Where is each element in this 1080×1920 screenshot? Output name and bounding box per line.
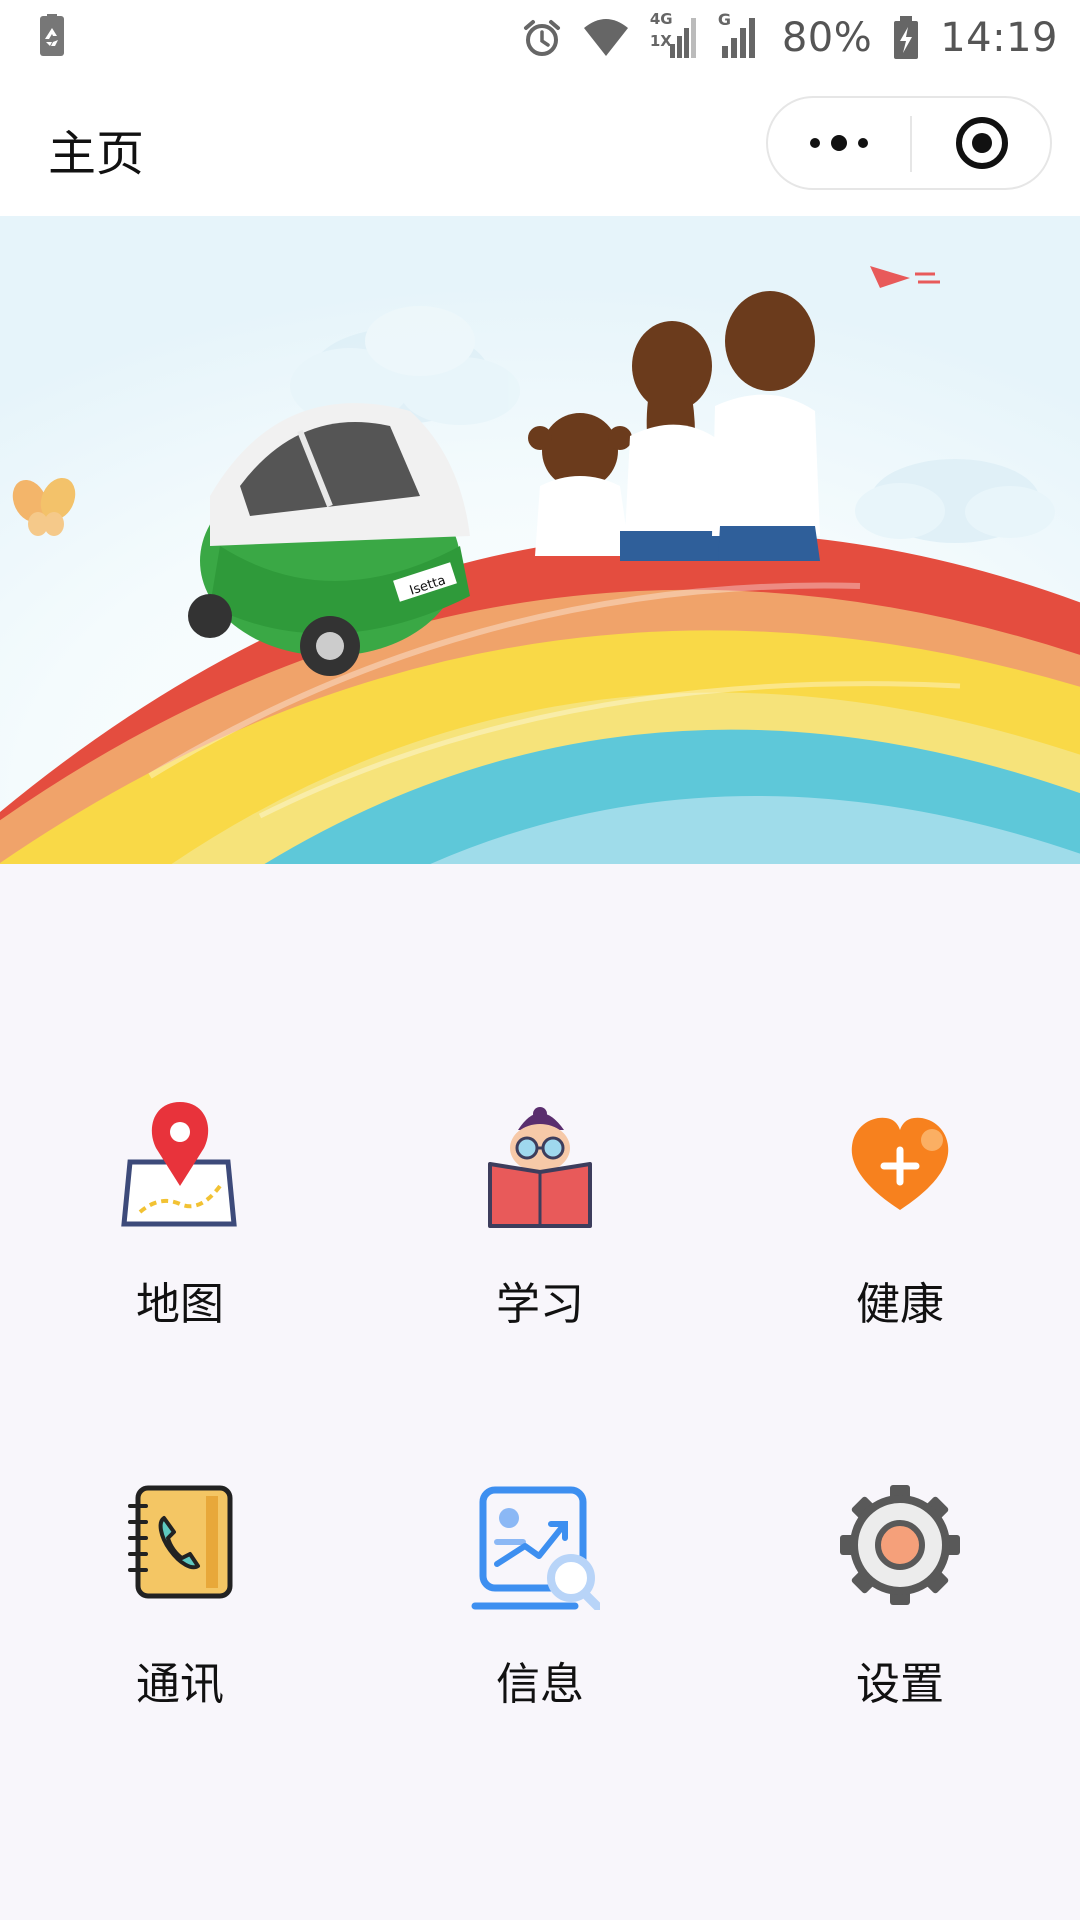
alarm-icon — [523, 20, 560, 56]
status-icons: 4G 1X G 80% 14:19 — [522, 8, 1058, 68]
grid-label-info: 信息 — [496, 1659, 584, 1710]
banner-image: Isetta — [0, 216, 1080, 864]
more-dots-icon — [810, 135, 868, 151]
grid-label-study: 学习 — [496, 1279, 584, 1330]
signal-4g-indicator: 4G 1X — [650, 10, 696, 62]
signal-g-indicator: G — [716, 10, 762, 62]
grid-item-contacts[interactable]: 通讯 — [0, 1480, 360, 1740]
rainbow-family-illustration: Isetta — [0, 216, 1080, 864]
grid-item-health[interactable]: 健康 — [720, 1100, 1080, 1360]
status-bar: 4G 1X G 80% 14:19 — [0, 0, 1080, 72]
signal-icon — [721, 18, 755, 58]
menu-capsule — [766, 96, 1052, 190]
phone-book-icon — [128, 1485, 233, 1599]
grid-label-health: 健康 — [856, 1279, 944, 1330]
mini-program-home-screen: 4G 1X G 80% 14:19 主页 Isetta 地图 学习 健康 通讯 … — [0, 0, 1080, 1920]
close-button[interactable] — [912, 98, 1052, 188]
wifi-icon — [583, 19, 628, 56]
gear-icon — [840, 1485, 960, 1605]
heart-plus-icon — [851, 1117, 949, 1210]
signal-icon — [669, 18, 696, 58]
recycle-icon — [40, 14, 64, 56]
grid-item-info[interactable]: 信息 — [360, 1480, 720, 1740]
grid-label-contacts: 通讯 — [136, 1659, 224, 1710]
grid-item-study[interactable]: 学习 — [360, 1100, 720, 1360]
battery-charging-icon — [894, 16, 919, 59]
battery-percent: 80% — [781, 15, 873, 61]
grid-label-settings: 设置 — [856, 1659, 944, 1710]
map-pin-icon — [121, 1102, 237, 1227]
grid-label-map: 地图 — [136, 1279, 224, 1330]
more-button[interactable] — [768, 98, 910, 188]
reading-student-icon — [488, 1107, 592, 1228]
page-title: 主页 — [48, 126, 145, 182]
grid-item-settings[interactable]: 设置 — [720, 1480, 1080, 1740]
target-circle-icon — [956, 117, 1008, 169]
grid-item-map[interactable]: 地图 — [0, 1100, 360, 1360]
status-time: 14:19 — [940, 15, 1058, 61]
navigation-bar: 主页 — [0, 72, 1080, 216]
info-search-icon — [471, 1486, 600, 1610]
